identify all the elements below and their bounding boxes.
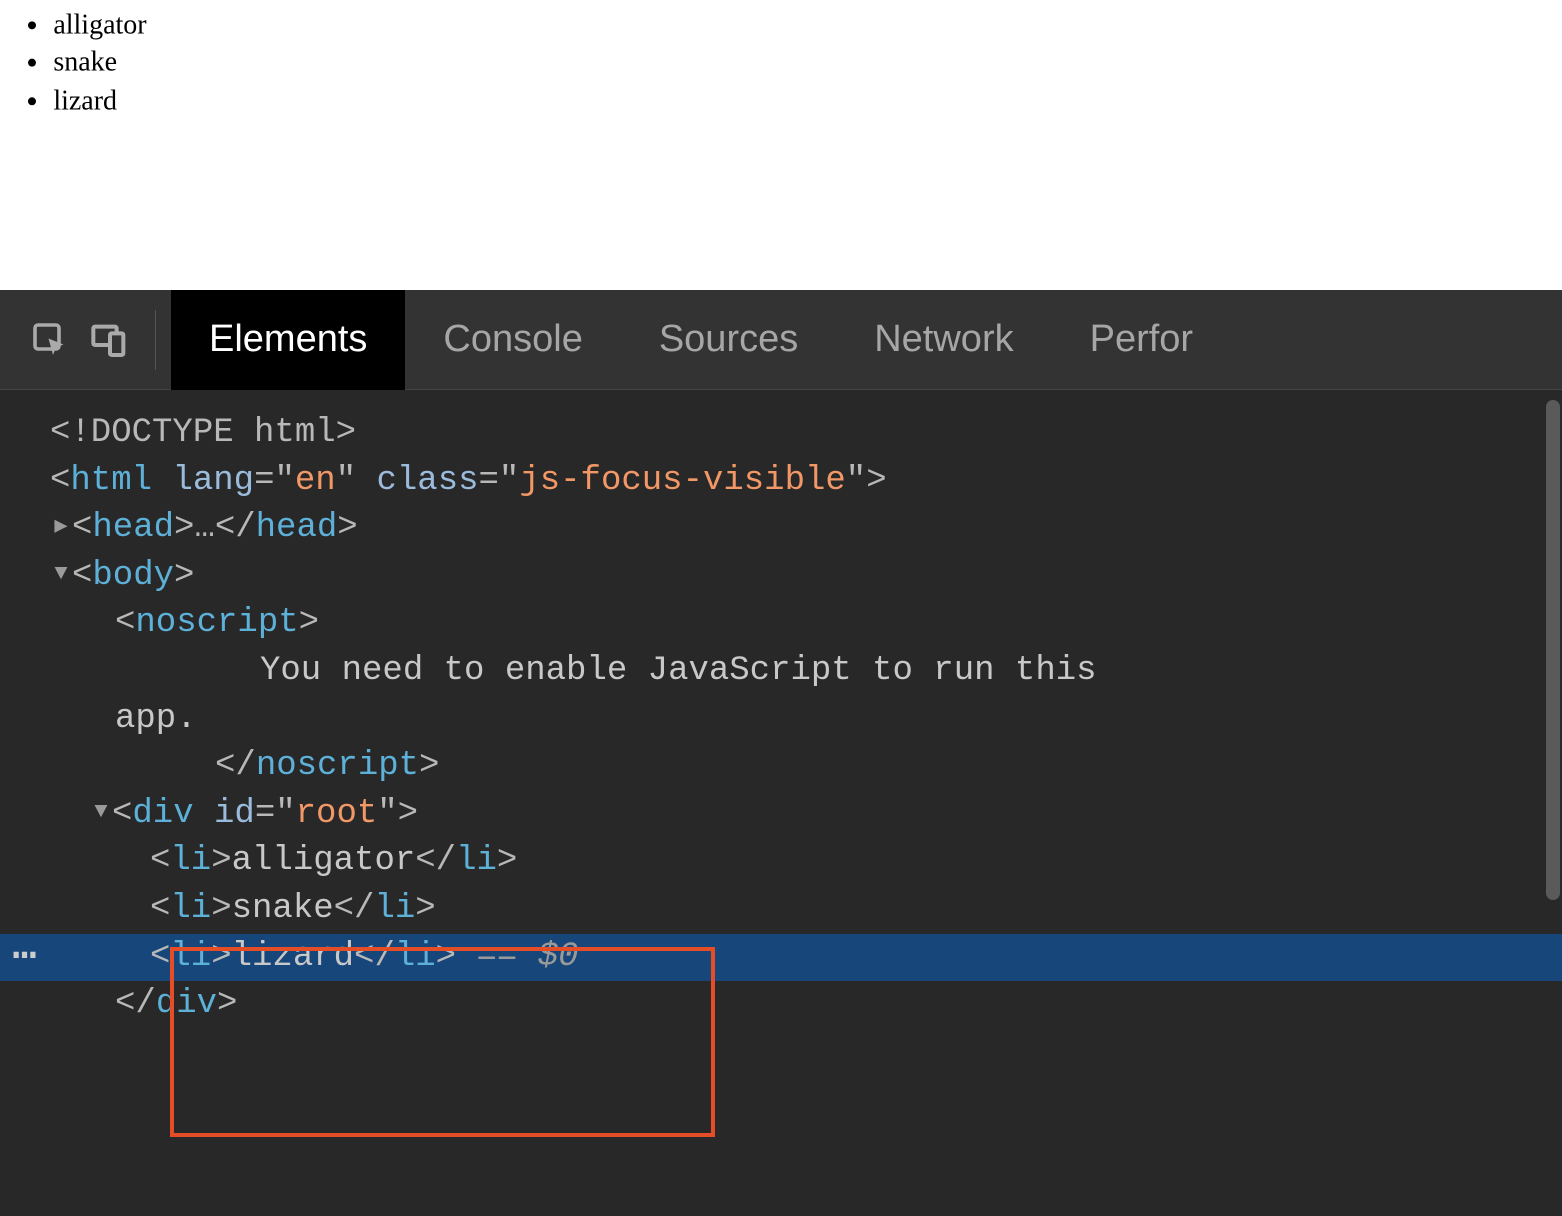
dom-root-close[interactable]: </div> xyxy=(0,981,1562,1029)
dom-head-collapsed[interactable]: ▶<head>…</head> xyxy=(0,505,1562,553)
device-toolbar-icon[interactable] xyxy=(80,290,140,390)
scrollbar-thumb[interactable] xyxy=(1546,400,1560,900)
dom-noscript-open[interactable]: <noscript> xyxy=(0,600,1562,648)
elements-tree[interactable]: <!DOCTYPE html> <html lang="en" class="j… xyxy=(0,390,1562,1216)
dom-body-open[interactable]: ▼<body> xyxy=(0,553,1562,601)
devtools-toolbar: Elements Console Sources Network Perfor xyxy=(0,290,1562,390)
dom-li-0[interactable]: <li>alligator</li> xyxy=(0,838,1562,886)
tab-sources[interactable]: Sources xyxy=(621,290,836,390)
collapse-icon[interactable]: ▼ xyxy=(90,797,112,828)
dom-doctype[interactable]: <!DOCTYPE html> xyxy=(0,410,1562,458)
dom-li-1[interactable]: <li>snake</li> xyxy=(0,886,1562,934)
dom-li-2-selected[interactable]: ⋯<li>lizard</li> == $0 xyxy=(0,934,1562,982)
dom-noscript-text-line2[interactable]: app. xyxy=(0,696,1562,744)
dom-root-open[interactable]: ▼<div id="root"> xyxy=(0,791,1562,839)
dom-noscript-close[interactable]: </noscript> xyxy=(0,743,1562,791)
devtools: Elements Console Sources Network Perfor … xyxy=(0,290,1562,1216)
tab-elements[interactable]: Elements xyxy=(171,290,405,390)
expand-icon[interactable]: ▶ xyxy=(50,512,72,543)
list-item: alligator xyxy=(53,5,1561,43)
collapse-icon[interactable]: ▼ xyxy=(50,559,72,590)
dom-html-open[interactable]: <html lang="en" class="js-focus-visible"… xyxy=(0,458,1562,506)
list-item: snake xyxy=(53,43,1561,81)
devtools-tabs: Elements Console Sources Network Perfor xyxy=(171,290,1231,390)
toolbar-divider xyxy=(155,310,156,370)
list-item: lizard xyxy=(53,81,1561,119)
tab-network[interactable]: Network xyxy=(836,290,1051,390)
dom-noscript-text-line1[interactable]: You need to enable JavaScript to run thi… xyxy=(0,648,1562,696)
tab-console[interactable]: Console xyxy=(405,290,620,390)
reptile-list: alligator snake lizard xyxy=(0,5,1562,118)
tab-performance[interactable]: Perfor xyxy=(1052,290,1231,390)
inspect-element-icon[interactable] xyxy=(20,290,80,390)
